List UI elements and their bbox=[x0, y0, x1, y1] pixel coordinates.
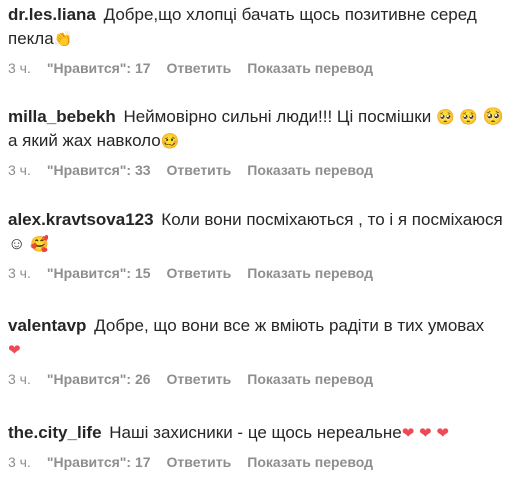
comment-timestamp[interactable]: 3 ч. bbox=[8, 264, 31, 282]
red-hearts-emoji-icon: ❤ ❤ ❤ bbox=[401, 424, 449, 442]
woozy-face-emoji-icon: 🥴 bbox=[160, 132, 180, 150]
show-translation-button[interactable]: Показать перевод bbox=[247, 161, 373, 179]
comment-username[interactable]: dr.les.liana bbox=[8, 5, 96, 24]
comment-item: milla_bebekh Неймовірно сильні люди!!! Ц… bbox=[8, 105, 507, 179]
comment-username[interactable]: milla_bebekh bbox=[8, 107, 116, 126]
comment-likes-count[interactable]: "Нравится": 17 bbox=[47, 59, 151, 77]
comment-likes-count[interactable]: "Нравится": 26 bbox=[47, 370, 151, 388]
comment-meta: 3 ч. "Нравится": 17 Ответить Показать пе… bbox=[8, 453, 507, 471]
comment-text: Добре, що вони все ж вміють радіти в тих… bbox=[94, 316, 485, 335]
show-translation-button[interactable]: Показать перевод bbox=[247, 453, 373, 471]
comment-username[interactable]: alex.kravtsova123 bbox=[8, 210, 154, 229]
comment-meta: 3 ч. "Нравится": 15 Ответить Показать пе… bbox=[8, 264, 507, 282]
comment-likes-count[interactable]: "Нравится": 33 bbox=[47, 161, 151, 179]
comment-item: valentavp Добре, що вони все ж вміють ра… bbox=[8, 314, 507, 388]
comment-meta: 3 ч. "Нравится": 17 Ответить Показать пе… bbox=[8, 59, 507, 77]
reply-button[interactable]: Ответить bbox=[167, 264, 232, 282]
comment-username[interactable]: valentavp bbox=[8, 316, 86, 335]
comment-body: dr.les.liana Добре,що хлопці бачать щось… bbox=[8, 3, 507, 51]
red-heart-emoji-icon: ❤ bbox=[8, 341, 21, 359]
reply-button[interactable]: Ответить bbox=[167, 59, 232, 77]
show-translation-button[interactable]: Показать перевод bbox=[247, 264, 373, 282]
pleading-face-emoji-icon: 🥺 🥺 bbox=[435, 108, 479, 126]
comment-item: dr.les.liana Добре,що хлопці бачать щось… bbox=[8, 3, 507, 77]
reply-button[interactable]: Ответить bbox=[167, 453, 232, 471]
comment-body: alex.kravtsova123 Коли вони посміхаються… bbox=[8, 208, 507, 256]
smiling-face-with-hearts-emoji-icon: 🥰 bbox=[30, 235, 49, 253]
comment-body: the.city_life Наші захисники - це щось н… bbox=[8, 421, 507, 445]
comment-body: milla_bebekh Неймовірно сильні люди!!! Ц… bbox=[8, 105, 507, 153]
comment-likes-count[interactable]: "Нравится": 17 bbox=[47, 453, 151, 471]
comment-timestamp[interactable]: 3 ч. bbox=[8, 370, 31, 388]
comment-item: the.city_life Наші захисники - це щось н… bbox=[8, 421, 507, 471]
reply-button[interactable]: Ответить bbox=[167, 161, 232, 179]
comment-text: Наші захисники - це щось нереальне bbox=[109, 423, 402, 442]
comment-username[interactable]: the.city_life bbox=[8, 423, 102, 442]
reply-button[interactable]: Ответить bbox=[167, 370, 232, 388]
comment-text: Неймовірно сильні люди!!! Ці посмішки bbox=[123, 107, 432, 126]
comment-timestamp[interactable]: 3 ч. bbox=[8, 59, 31, 77]
comment-timestamp[interactable]: 3 ч. bbox=[8, 453, 31, 471]
show-translation-button[interactable]: Показать перевод bbox=[247, 370, 373, 388]
clapping-hands-emoji-icon: 👏 bbox=[53, 30, 73, 48]
comment-likes-count[interactable]: "Нравится": 15 bbox=[47, 264, 151, 282]
comment-item: alex.kravtsova123 Коли вони посміхаються… bbox=[8, 208, 507, 282]
comment-meta: 3 ч. "Нравится": 26 Ответить Показать пе… bbox=[8, 370, 507, 388]
comment-meta: 3 ч. "Нравится": 33 Ответить Показать пе… bbox=[8, 161, 507, 179]
comment-timestamp[interactable]: 3 ч. bbox=[8, 161, 31, 179]
comment-body: valentavp Добре, що вони все ж вміють ра… bbox=[8, 314, 507, 362]
show-translation-button[interactable]: Показать перевод bbox=[247, 59, 373, 77]
